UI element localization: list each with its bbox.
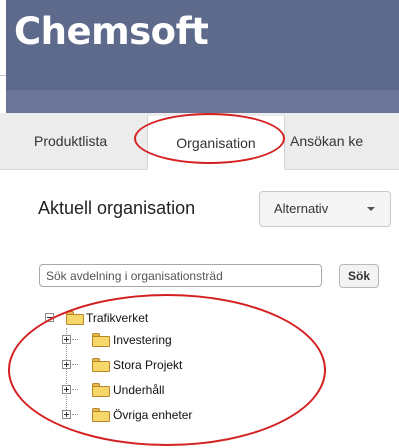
tab-organisation[interactable]: Organisation	[147, 116, 285, 170]
tab-produktlista[interactable]: Produktlista	[34, 126, 134, 157]
folder-icon	[66, 311, 84, 325]
folder-icon	[92, 383, 110, 397]
options-button-label: Alternativ	[274, 201, 329, 216]
tree-node-label[interactable]: Trafikverket	[86, 311, 148, 325]
options-dropdown-button[interactable]: Alternativ	[259, 191, 391, 227]
expand-icon[interactable]	[62, 410, 71, 419]
caret-down-icon	[367, 207, 375, 211]
expand-icon[interactable]	[62, 335, 71, 344]
tree-node-label[interactable]: Investering	[113, 333, 172, 347]
expand-icon[interactable]	[62, 385, 71, 394]
divider	[0, 75, 6, 76]
search-button[interactable]: Sök	[339, 264, 379, 288]
tree-node-label[interactable]: Stora Projekt	[113, 358, 182, 372]
org-tree-search-input[interactable]	[39, 264, 322, 287]
folder-icon	[92, 358, 110, 372]
expand-icon[interactable]	[62, 360, 71, 369]
tree-node-label[interactable]: Underhåll	[113, 383, 164, 397]
page-title: Aktuell organisation	[38, 198, 196, 218]
folder-icon	[92, 408, 110, 422]
tab-ansokan[interactable]: Ansökan ke	[290, 126, 399, 157]
collapse-icon[interactable]	[45, 313, 54, 322]
brand-logo-text[interactable]: Chemsoft	[14, 10, 209, 53]
folder-icon	[92, 333, 110, 347]
header-strip	[6, 90, 399, 113]
tree-node-label[interactable]: Övriga enheter	[113, 408, 192, 422]
